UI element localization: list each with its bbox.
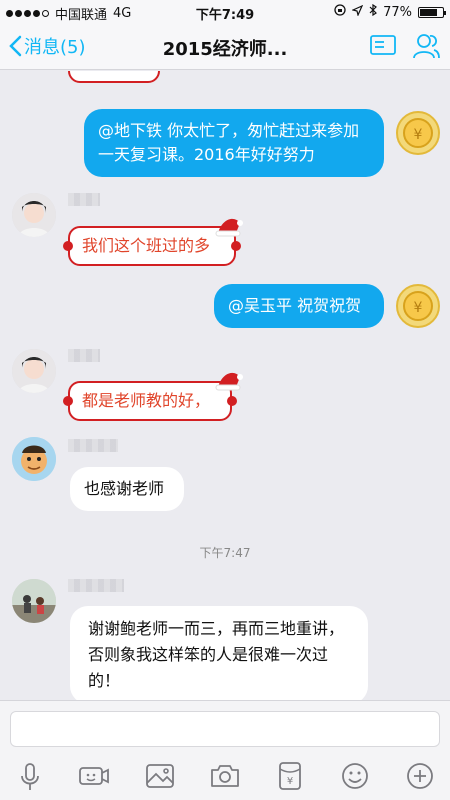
chat-area[interactable]: @地下铁 你太忙了，匆忙赶过来参加一天复习课。2016年好好努力 ¥ 我们这个班… bbox=[0, 71, 450, 700]
member-avatar[interactable] bbox=[12, 193, 56, 237]
self-avatar[interactable]: ¥ bbox=[396, 111, 440, 155]
red-packet-button[interactable]: ¥ bbox=[274, 760, 306, 792]
battery-icon bbox=[418, 6, 446, 18]
image-icon bbox=[146, 764, 174, 788]
battery-level bbox=[420, 8, 437, 16]
photo-avatar-icon bbox=[12, 579, 56, 623]
person-avatar-icon bbox=[12, 349, 56, 393]
message-input[interactable] bbox=[10, 711, 440, 747]
id-card-icon bbox=[370, 35, 396, 55]
status-bar: 中国联通 4G 下午7:49 77% bbox=[0, 0, 450, 24]
member-avatar[interactable] bbox=[12, 437, 56, 481]
voice-button[interactable] bbox=[14, 760, 46, 792]
lock-rotation-icon bbox=[334, 4, 346, 20]
people-icon bbox=[413, 34, 440, 59]
chat-title: 2015经济师... bbox=[162, 39, 288, 60]
message-bubble-outgoing[interactable]: @地下铁 你太忙了，匆忙赶过来参加一天复习课。2016年好好努力 bbox=[84, 109, 384, 177]
sender-name-blurred bbox=[68, 439, 118, 452]
svg-text:¥: ¥ bbox=[287, 776, 293, 787]
coin-avatar-icon: ¥ bbox=[403, 291, 433, 321]
message-bubble-festive[interactable]: 我们这个班过的多 bbox=[63, 226, 241, 266]
santa-hat-icon bbox=[215, 372, 243, 391]
message-bubble-cutoff bbox=[68, 71, 160, 83]
mic-icon bbox=[21, 763, 39, 790]
back-label: 消息(5) bbox=[24, 37, 86, 58]
more-button[interactable] bbox=[404, 760, 436, 792]
emoji-button[interactable] bbox=[339, 760, 371, 792]
message-bubble-incoming[interactable]: 也感谢老师 bbox=[70, 467, 184, 511]
image-button[interactable] bbox=[144, 760, 176, 792]
camera-button[interactable] bbox=[209, 760, 241, 792]
back-button[interactable]: 消息(5) bbox=[8, 33, 86, 59]
red-packet-icon: ¥ bbox=[279, 762, 301, 790]
message-bubble-incoming[interactable]: 谢谢鲍老师一而三，再而三地重讲，否则象我这样笨的人是很难一次过的！ bbox=[70, 606, 368, 700]
group-members-button[interactable] bbox=[412, 32, 440, 64]
chevron-left-icon bbox=[9, 35, 22, 57]
message-bubble-outgoing[interactable]: @吴玉平 祝贺祝贺 bbox=[214, 284, 384, 328]
self-avatar[interactable]: ¥ bbox=[396, 284, 440, 328]
bottom-toolbar: ¥ bbox=[0, 754, 450, 800]
sender-name-blurred bbox=[68, 579, 124, 592]
svg-text:¥: ¥ bbox=[414, 127, 423, 143]
svg-text:¥: ¥ bbox=[414, 300, 423, 316]
sender-name-blurred bbox=[68, 349, 100, 362]
bluetooth-icon bbox=[369, 3, 378, 20]
message-timestamp: 下午7:47 bbox=[199, 546, 251, 560]
sender-name-blurred bbox=[68, 193, 100, 206]
video-button[interactable] bbox=[78, 760, 110, 792]
member-avatar[interactable] bbox=[12, 579, 56, 623]
emoji-icon bbox=[342, 763, 368, 789]
camera-icon bbox=[211, 765, 239, 787]
battery-percent: 77% bbox=[383, 4, 412, 20]
cartoon-avatar-icon bbox=[12, 437, 56, 481]
member-avatar[interactable] bbox=[12, 349, 56, 393]
plus-icon bbox=[407, 763, 433, 789]
video-icon bbox=[79, 767, 109, 785]
input-bar bbox=[0, 700, 450, 754]
person-avatar-icon bbox=[12, 193, 56, 237]
location-icon bbox=[351, 4, 364, 20]
santa-hat-icon bbox=[215, 218, 243, 237]
group-profile-button[interactable] bbox=[370, 34, 396, 60]
message-bubble-festive[interactable]: 都是老师教的好， bbox=[63, 381, 237, 421]
coin-avatar-icon: ¥ bbox=[403, 118, 433, 148]
nav-bar: 消息(5) 2015经济师... bbox=[0, 24, 450, 70]
